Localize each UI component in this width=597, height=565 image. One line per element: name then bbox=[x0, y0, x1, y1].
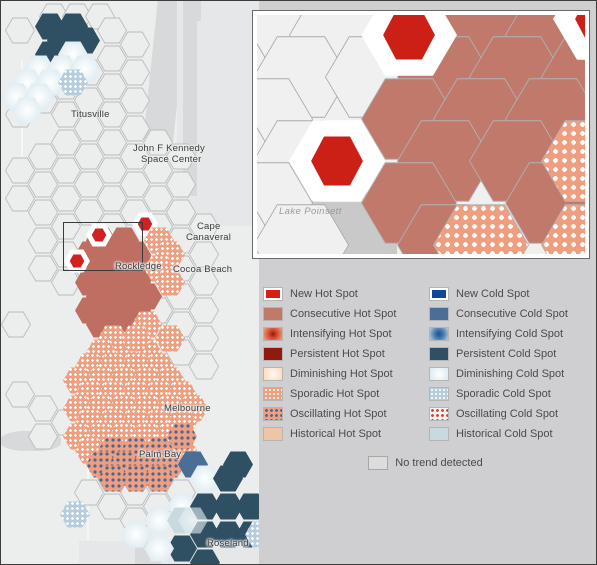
zoomed-inset-map[interactable]: Lake Poinsett bbox=[252, 10, 590, 259]
historical-cold-spot-swatch-icon bbox=[429, 427, 449, 441]
diminishing-cold-spot-swatch-icon bbox=[429, 367, 449, 381]
legend-label: Intensifying Hot Spot bbox=[290, 328, 392, 340]
legend-label: Consecutive Hot Spot bbox=[290, 308, 397, 320]
new-cold-spot-swatch-icon bbox=[429, 287, 449, 301]
oscillating-hot-spot-swatch-icon bbox=[263, 407, 283, 421]
legend-item-intensifying-cold-spot[interactable]: Intensifying Cold Spot bbox=[429, 324, 589, 344]
hex-cell[interactable] bbox=[143, 157, 173, 184]
consecutive-hot-spot-swatch-icon bbox=[263, 307, 283, 321]
hex-cell[interactable] bbox=[189, 269, 219, 296]
hex-cell[interactable] bbox=[28, 171, 58, 198]
hex-cell[interactable] bbox=[5, 185, 35, 212]
hex-cell[interactable] bbox=[120, 171, 150, 198]
hex-cell[interactable] bbox=[28, 199, 58, 226]
hex-cell[interactable] bbox=[74, 171, 104, 198]
hex-cell[interactable] bbox=[1, 311, 31, 338]
legend-label: No trend detected bbox=[395, 457, 483, 469]
legend-item-oscillating-cold-spot[interactable]: Oscillating Cold Spot bbox=[429, 404, 589, 424]
hex-cell[interactable] bbox=[74, 143, 104, 170]
intensifying-cold-spot-swatch-icon bbox=[429, 327, 449, 341]
hot-cold-spot-legend: New Hot Spot Consecutive Hot Spot Intens… bbox=[263, 284, 588, 479]
diminishing-hot-spot-swatch-icon bbox=[263, 367, 283, 381]
legend-label: Persistent Cold Spot bbox=[456, 348, 557, 360]
hex-cell[interactable] bbox=[51, 129, 81, 156]
legend-label: New Hot Spot bbox=[290, 288, 358, 300]
legend-item-diminishing-hot-spot[interactable]: Diminishing Hot Spot bbox=[263, 364, 423, 384]
legend-item-consecutive-hot-spot[interactable]: Consecutive Hot Spot bbox=[263, 304, 423, 324]
main-map[interactable]: Titusville John F Kennedy Space Center C… bbox=[1, 1, 259, 564]
oscillating-cold-spot-swatch-icon bbox=[429, 407, 449, 421]
hex-cell[interactable] bbox=[5, 17, 35, 44]
hex-cell[interactable] bbox=[28, 143, 58, 170]
legend-item-historical-hot-spot[interactable]: Historical Hot Spot bbox=[263, 424, 423, 444]
sporadic-hot-spot-swatch-icon bbox=[263, 387, 283, 401]
consecutive-cold-spot-swatch-icon bbox=[429, 307, 449, 321]
inset-canvas[interactable]: Lake Poinsett bbox=[257, 15, 585, 254]
inset-extent-rectangle[interactable] bbox=[63, 222, 143, 271]
legend-label: Oscillating Cold Spot bbox=[456, 408, 559, 420]
new-hot-spot-swatch-icon bbox=[263, 287, 283, 301]
legend-label: Oscillating Hot Spot bbox=[290, 408, 387, 420]
legend-label: Sporadic Cold Spot bbox=[456, 388, 551, 400]
legend-column-cold-spots: New Cold Spot Consecutive Cold Spot Inte… bbox=[429, 284, 589, 444]
hex-cell[interactable] bbox=[51, 185, 81, 212]
persistent-cold-spot-swatch-icon bbox=[429, 347, 449, 361]
legend-item-diminishing-cold-spot[interactable]: Diminishing Cold Spot bbox=[429, 364, 589, 384]
hex-cell[interactable] bbox=[5, 381, 35, 408]
hex-cell[interactable] bbox=[97, 101, 127, 128]
legend-label: Historical Hot Spot bbox=[290, 428, 382, 440]
persistent-hot-spot-swatch-icon bbox=[263, 347, 283, 361]
legend-label: Diminishing Cold Spot bbox=[456, 368, 565, 380]
hex-cell[interactable] bbox=[189, 241, 219, 268]
emerging-hot-spot-map-figure: Titusville John F Kennedy Space Center C… bbox=[0, 0, 597, 565]
hex-cell[interactable] bbox=[28, 227, 58, 254]
legend-item-no-trend-detected[interactable]: No trend detected bbox=[263, 456, 588, 470]
legend-item-persistent-cold-spot[interactable]: Persistent Cold Spot bbox=[429, 344, 589, 364]
hex-cell[interactable] bbox=[97, 129, 127, 156]
hex-cell[interactable] bbox=[28, 255, 58, 282]
hex-cell[interactable] bbox=[28, 395, 58, 422]
hex-cell[interactable] bbox=[189, 297, 219, 324]
hex-cell[interactable] bbox=[97, 157, 127, 184]
legend-label: Historical Cold Spot bbox=[456, 428, 553, 440]
sporadic-cold-spot-swatch-icon bbox=[429, 387, 449, 401]
legend-item-new-hot-spot[interactable]: New Hot Spot bbox=[263, 284, 423, 304]
hex-cell[interactable] bbox=[97, 73, 127, 100]
hex-cell[interactable] bbox=[97, 185, 127, 212]
hex-cell[interactable] bbox=[74, 115, 104, 142]
land-cape bbox=[197, 21, 237, 211]
hex-cell[interactable] bbox=[120, 143, 150, 170]
legend-item-sporadic-cold-spot[interactable]: Sporadic Cold Spot bbox=[429, 384, 589, 404]
hex-cell[interactable] bbox=[120, 31, 150, 58]
hex-cell[interactable] bbox=[143, 185, 173, 212]
hex-cell[interactable] bbox=[189, 353, 219, 380]
intensifying-hot-spot-swatch-icon bbox=[263, 327, 283, 341]
legend-label: Sporadic Hot Spot bbox=[290, 388, 380, 400]
legend-item-intensifying-hot-spot[interactable]: Intensifying Hot Spot bbox=[263, 324, 423, 344]
inset-label-lake-poinsett: Lake Poinsett bbox=[279, 206, 342, 217]
hex-cell[interactable] bbox=[5, 157, 35, 184]
legend-label: Consecutive Cold Spot bbox=[456, 308, 568, 320]
hex-cell[interactable] bbox=[120, 59, 150, 86]
hex-cell[interactable] bbox=[97, 45, 127, 72]
legend-column-hot-spots: New Hot Spot Consecutive Hot Spot Intens… bbox=[263, 284, 423, 444]
legend-item-oscillating-hot-spot[interactable]: Oscillating Hot Spot bbox=[263, 404, 423, 424]
legend-item-new-cold-spot[interactable]: New Cold Spot bbox=[429, 284, 589, 304]
hex-persistent-cold-spot[interactable] bbox=[236, 493, 259, 520]
legend-item-persistent-hot-spot[interactable]: Persistent Hot Spot bbox=[263, 344, 423, 364]
legend-item-historical-cold-spot[interactable]: Historical Cold Spot bbox=[429, 424, 589, 444]
hex-cell[interactable] bbox=[51, 157, 81, 184]
legend-label: Intensifying Cold Spot bbox=[456, 328, 564, 340]
legend-label: Persistent Hot Spot bbox=[290, 348, 385, 360]
legend-item-consecutive-cold-spot[interactable]: Consecutive Cold Spot bbox=[429, 304, 589, 324]
historical-hot-spot-swatch-icon bbox=[263, 427, 283, 441]
legend-item-sporadic-hot-spot[interactable]: Sporadic Hot Spot bbox=[263, 384, 423, 404]
hex-cell[interactable] bbox=[97, 493, 127, 520]
no-trend-swatch-icon bbox=[368, 456, 389, 470]
legend-label: New Cold Spot bbox=[456, 288, 530, 300]
hex-cell[interactable] bbox=[189, 325, 219, 352]
hex-cell[interactable] bbox=[51, 101, 81, 128]
legend-label: Diminishing Hot Spot bbox=[290, 368, 393, 380]
